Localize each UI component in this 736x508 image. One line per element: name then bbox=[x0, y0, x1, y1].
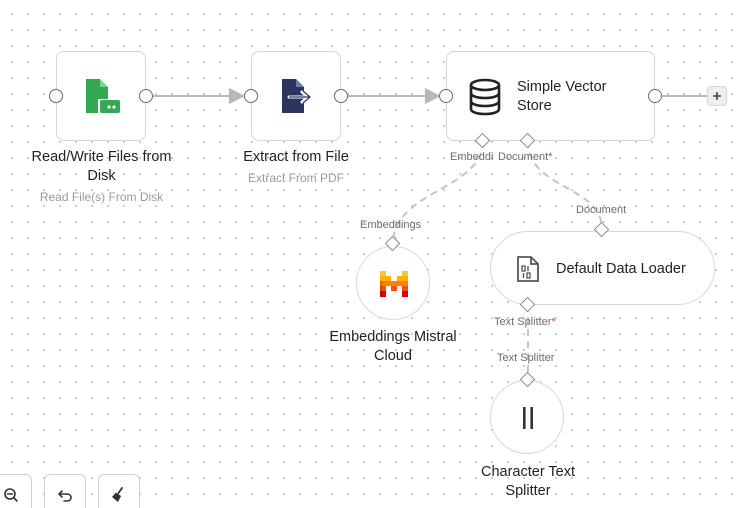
required-marker: * bbox=[551, 316, 556, 328]
pause-bars-icon bbox=[513, 403, 543, 433]
binary-file-icon bbox=[513, 254, 543, 284]
title-line: Read/Write Files from bbox=[31, 149, 172, 165]
tidy-up-button[interactable] bbox=[98, 474, 140, 508]
node-embeddings-mistral[interactable] bbox=[356, 246, 430, 320]
plus-icon bbox=[713, 92, 721, 100]
required-marker: * bbox=[548, 151, 553, 163]
port-label-text: Document bbox=[498, 151, 549, 163]
port-label-document: Document* bbox=[498, 151, 552, 163]
node-extract-from-file[interactable] bbox=[251, 51, 341, 141]
input-port[interactable] bbox=[439, 89, 453, 103]
title-line: Store bbox=[517, 98, 552, 114]
node-title: Extract from File bbox=[243, 149, 349, 165]
node-title: Embeddings Mistral Cloud bbox=[293, 328, 493, 366]
node-read-write-files[interactable] bbox=[56, 51, 146, 141]
node-title: Read/Write Files from Disk bbox=[0, 148, 203, 186]
title-line: Disk bbox=[87, 168, 116, 184]
input-port[interactable] bbox=[244, 89, 258, 103]
undo-button[interactable] bbox=[44, 474, 86, 508]
node-title: Simple Vector Store bbox=[517, 78, 606, 116]
node-character-text-splitter[interactable] bbox=[490, 380, 564, 454]
title-line: Splitter bbox=[505, 483, 551, 499]
node-title: Character Text Splitter bbox=[428, 463, 628, 501]
title-line: Cloud bbox=[374, 348, 412, 364]
database-icon bbox=[465, 77, 505, 117]
node-subtitle: Extract From PDF bbox=[247, 171, 344, 185]
add-node-button[interactable] bbox=[707, 86, 727, 106]
output-port[interactable] bbox=[334, 89, 348, 103]
output-port[interactable] bbox=[648, 89, 662, 103]
output-port[interactable] bbox=[139, 89, 153, 103]
port-label-text-splitter-output: Text Splitter bbox=[497, 352, 555, 364]
zoom-out-button[interactable] bbox=[0, 474, 32, 508]
input-port[interactable] bbox=[49, 89, 63, 103]
node-title: Default Data Loader bbox=[556, 261, 686, 277]
port-label-embeddings: Embeddi bbox=[450, 151, 494, 163]
node-default-data-loader[interactable]: Default Data Loader bbox=[490, 231, 715, 305]
undo-icon bbox=[58, 490, 72, 502]
port-label-text: Text Splitter bbox=[494, 316, 552, 328]
title-line: Simple Vector bbox=[517, 79, 607, 95]
zoom-out-icon bbox=[4, 488, 18, 502]
broom-icon bbox=[112, 487, 123, 502]
title-line: Character Text bbox=[480, 464, 576, 480]
title-line: Embeddings Mistral bbox=[329, 329, 457, 345]
port-label-text-splitter: Text Splitter* bbox=[494, 316, 556, 328]
mistral-logo-icon bbox=[379, 269, 409, 299]
port-label-embeddings-input: Embeddings bbox=[360, 219, 422, 231]
node-subtitle: Read File(s) From Disk bbox=[39, 190, 164, 204]
node-simple-vector-store[interactable]: Simple Vector Store bbox=[446, 51, 655, 141]
port-label-document-input: Document bbox=[576, 204, 627, 216]
file-disk-icon bbox=[80, 75, 124, 119]
file-export-icon bbox=[275, 75, 319, 119]
